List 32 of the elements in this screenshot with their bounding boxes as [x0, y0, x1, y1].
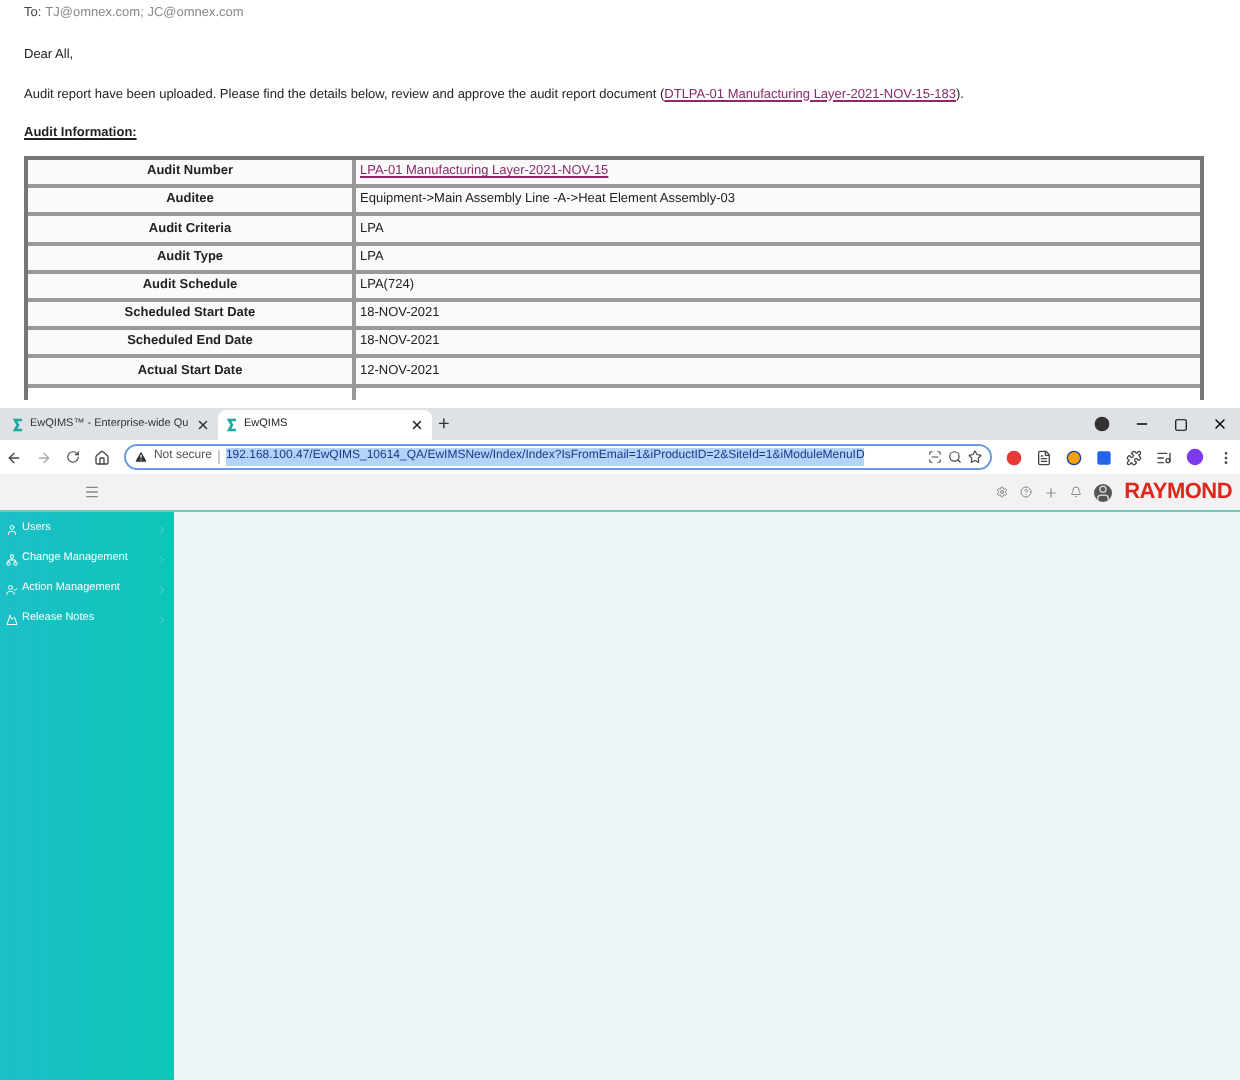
extension-icon[interactable] — [1006, 449, 1023, 465]
chevron-icon — [156, 523, 168, 535]
home-icon[interactable] — [93, 449, 110, 465]
reload-icon[interactable] — [65, 450, 80, 464]
close-window-icon[interactable] — [1212, 416, 1228, 432]
document-icon[interactable] — [1036, 449, 1053, 465]
avatar-icon[interactable] — [1094, 483, 1113, 501]
warning-icon — [133, 450, 148, 464]
restore-icon[interactable] — [1174, 418, 1188, 432]
qr-icon[interactable] — [928, 450, 943, 464]
favicon-icon — [226, 418, 238, 432]
playlist-icon[interactable] — [1156, 449, 1173, 465]
star-icon[interactable] — [968, 450, 983, 464]
chevron-icon — [156, 553, 168, 565]
menu-item-icon — [6, 613, 18, 625]
menu-item-icon — [6, 583, 18, 595]
search-icon[interactable] — [948, 450, 963, 464]
chevron-icon — [156, 613, 168, 625]
close-icon[interactable] — [196, 418, 210, 432]
back-icon[interactable] — [6, 449, 22, 465]
new-tab-button[interactable]: + — [438, 416, 450, 436]
menu-item-icon — [6, 553, 18, 565]
raymond-logo: RAYMOND — [1124, 477, 1232, 508]
menu-item-icon — [6, 523, 18, 535]
bell-icon[interactable] — [1070, 486, 1083, 498]
puzzle-icon[interactable] — [1126, 449, 1143, 465]
settings-icon[interactable] — [996, 486, 1009, 498]
favicon-icon — [12, 418, 24, 432]
profile-icon[interactable] — [1094, 416, 1110, 432]
chevron-icon — [156, 583, 168, 595]
avatar-icon[interactable] — [1186, 448, 1205, 466]
close-icon[interactable] — [410, 418, 424, 432]
